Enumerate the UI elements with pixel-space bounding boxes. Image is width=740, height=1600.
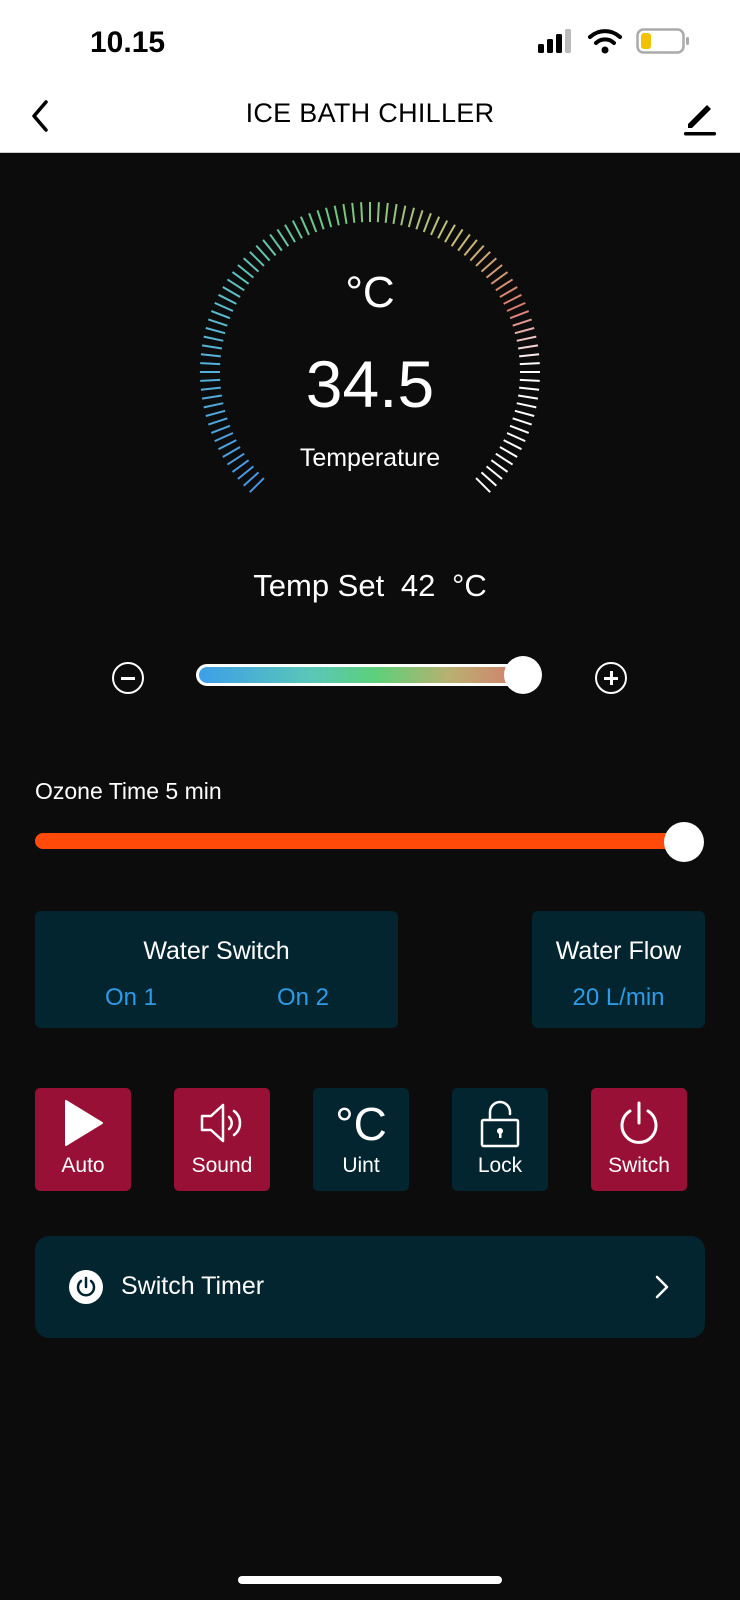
gauge-tick — [284, 224, 296, 243]
lock-label: Lock — [477, 1154, 523, 1177]
auto-label: Auto — [61, 1154, 105, 1177]
gauge-tick — [444, 224, 456, 243]
water-flow-value: 20 L/min — [572, 984, 665, 1011]
edit-icon[interactable] — [678, 94, 722, 138]
sound-button[interactable]: Sound — [174, 1088, 270, 1191]
auto-button[interactable]: Auto — [35, 1088, 131, 1191]
power-switch-button[interactable]: Switch — [591, 1088, 687, 1191]
gauge-tick — [269, 233, 283, 252]
gauge-tick — [255, 244, 271, 262]
gauge-tick — [509, 424, 530, 434]
gauge-tick — [291, 220, 303, 239]
gauge-tick — [392, 203, 398, 225]
gauge-tick — [437, 220, 449, 239]
increase-temp-button[interactable] — [595, 662, 627, 694]
gauge-tick — [480, 471, 498, 487]
power-icon — [620, 1101, 658, 1144]
unlock-icon — [480, 1100, 520, 1148]
water-flow-card[interactable]: Water Flow 20 L/min — [532, 911, 705, 1028]
status-icons — [538, 28, 690, 54]
water-switch-on1[interactable]: On 1 — [105, 984, 157, 1012]
switch-timer-label: Switch Timer — [121, 1272, 265, 1300]
chevron-right-icon — [655, 1275, 669, 1299]
gauge-tick — [360, 202, 364, 223]
gauge-tick — [376, 202, 380, 223]
gauge-tick — [430, 216, 441, 236]
gauge-tick — [214, 432, 234, 443]
gauge-tick — [262, 239, 277, 257]
speaker-icon — [200, 1103, 242, 1143]
celsius-icon: °C — [335, 1098, 387, 1150]
gauge-tick — [249, 477, 265, 493]
gauge-tick — [422, 212, 432, 233]
gauge-tick — [512, 318, 532, 327]
gauge-tick — [475, 477, 491, 493]
wifi-icon — [588, 29, 622, 54]
status-bar: 10.15 — [0, 0, 740, 80]
gauge-tick — [516, 335, 537, 342]
gauge-tick — [205, 327, 226, 335]
temperature-gauge: °C 34.5 Temperature — [190, 196, 550, 506]
gauge-tick — [415, 210, 424, 230]
temp-set-unit: °C — [451, 568, 487, 603]
gauge-tick — [342, 203, 348, 225]
gauge-tick — [249, 251, 265, 267]
timer-power-glyph — [76, 1276, 96, 1297]
power-icon — [69, 1270, 103, 1304]
water-switch-on2[interactable]: On 2 — [277, 984, 329, 1012]
gauge-tick — [210, 424, 231, 434]
play-icon — [65, 1100, 103, 1146]
gauge-tick — [514, 327, 535, 335]
gauge-tick — [208, 318, 228, 327]
gauge-tick — [463, 239, 478, 257]
unit-label: Uint — [342, 1154, 380, 1177]
gauge-tick — [407, 207, 415, 228]
ozone-slider-thumb[interactable] — [664, 822, 704, 862]
temperature-label: Temperature — [299, 444, 441, 472]
water-flow-title: Water Flow — [555, 937, 682, 965]
gauge-tick — [475, 251, 491, 267]
gauge-tick — [299, 216, 310, 236]
battery-icon — [636, 28, 689, 54]
temperature-value: 34.5 — [305, 347, 435, 421]
gauge-tick — [325, 207, 333, 228]
gauge-tick — [316, 210, 325, 230]
gauge-tick — [333, 205, 340, 226]
signal-icon — [538, 29, 571, 53]
gauge-tick — [469, 244, 485, 262]
temp-slider-thumb[interactable] — [504, 656, 542, 694]
sound-label: Sound — [191, 1154, 253, 1177]
status-time: 10.15 — [90, 26, 166, 59]
temp-set-readout: Temp Set 42 °C — [0, 568, 740, 604]
water-switch-card: Water Switch On 1 On 2 — [35, 911, 398, 1028]
lock-button[interactable]: Lock — [452, 1088, 548, 1191]
gauge-tick — [400, 205, 407, 226]
temp-set-slider[interactable] — [196, 664, 524, 686]
gauge-tick — [384, 202, 389, 223]
switch-timer-row[interactable]: Switch Timer — [35, 1236, 705, 1338]
gauge-tick — [276, 228, 290, 247]
unit-button[interactable]: °C Uint — [313, 1088, 409, 1191]
ozone-time-slider[interactable] — [35, 833, 685, 849]
gauge-unit: °C — [345, 268, 395, 317]
decrease-temp-button[interactable] — [112, 662, 144, 694]
gauge-tick — [450, 228, 464, 247]
gauge-tick — [506, 432, 526, 443]
temp-set-value: 42 — [400, 568, 436, 603]
gauge-tick — [457, 233, 471, 252]
home-indicator — [238, 1576, 502, 1584]
nav-bar: ICE BATH CHILLER — [0, 80, 740, 153]
gauge-tick — [203, 335, 224, 342]
ozone-time-label: Ozone Time 5 min — [35, 778, 222, 804]
gauge-tick — [242, 471, 260, 487]
page-title: ICE BATH CHILLER — [245, 98, 495, 128]
water-switch-title: Water Switch — [143, 937, 290, 965]
gauge-tick — [351, 202, 356, 223]
temp-set-label: Temp Set — [253, 568, 385, 603]
switch-label: Switch — [608, 1154, 670, 1177]
gauge-tick — [308, 212, 318, 233]
